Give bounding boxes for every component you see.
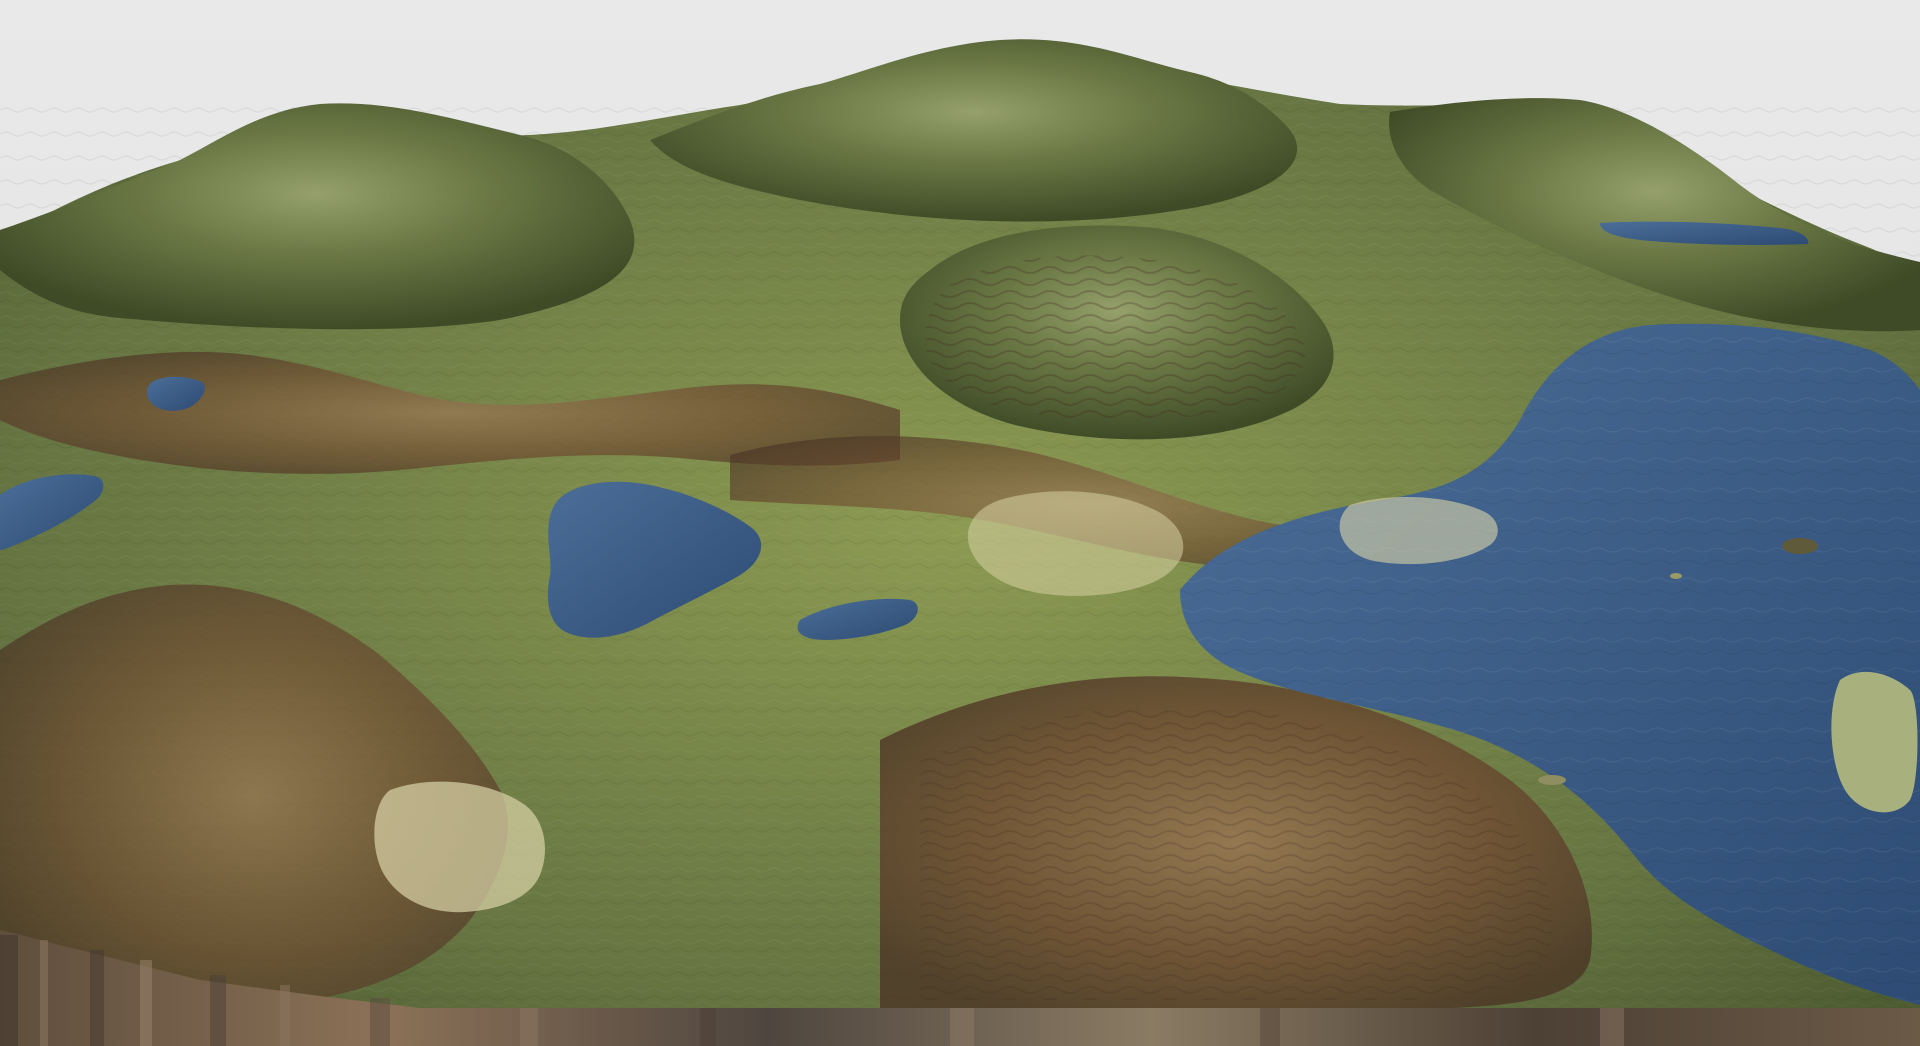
terrain-scene — [0, 0, 1920, 1046]
small-island-right — [1782, 538, 1818, 554]
terrain-illustration — [0, 0, 1920, 1046]
tiny-island-right — [1670, 573, 1682, 579]
tiny-island-middle — [1538, 775, 1566, 785]
